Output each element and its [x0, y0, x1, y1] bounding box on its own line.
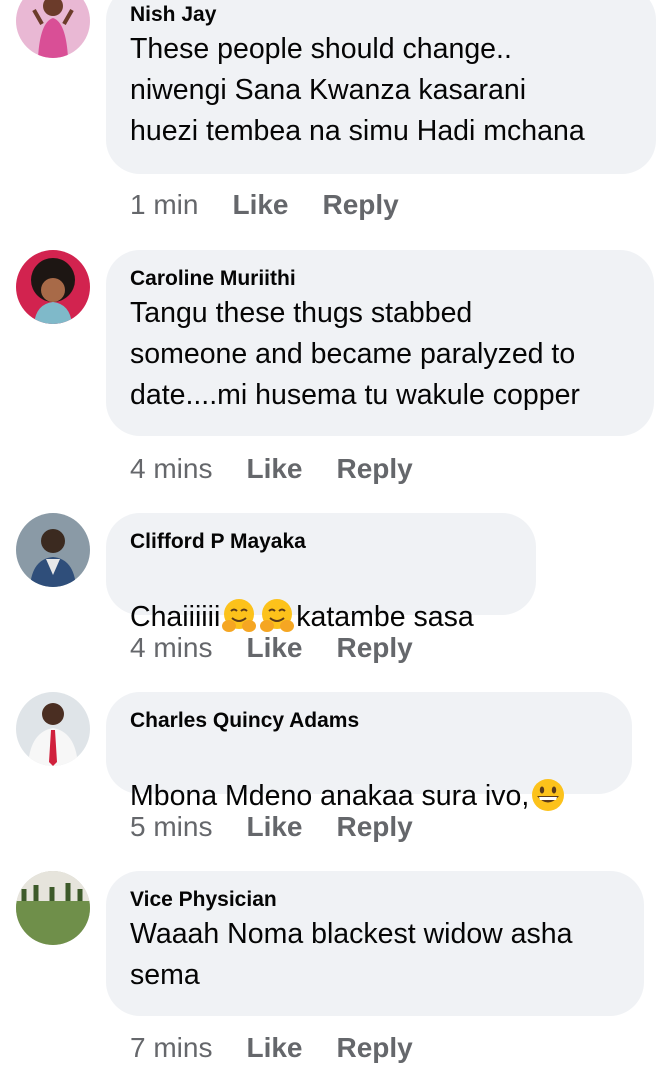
grinning-face-emoji-icon: [532, 779, 565, 811]
avatar-image: [16, 250, 90, 324]
avatar[interactable]: [16, 0, 90, 58]
reply-button[interactable]: Reply: [337, 632, 413, 663]
like-button[interactable]: Like: [246, 632, 302, 663]
hugging-face-emoji-icon: [222, 599, 257, 632]
comment-time[interactable]: 5 mins: [130, 811, 212, 842]
comment-text: Chaiiiiii katambe sasa: [130, 556, 512, 638]
reply-button[interactable]: Reply: [337, 453, 413, 484]
avatar[interactable]: [16, 871, 90, 945]
avatar[interactable]: [16, 250, 90, 324]
like-button[interactable]: Like: [246, 1032, 302, 1063]
avatar-image: [16, 0, 90, 58]
comment-text: Mbona Mdeno anakaa sura ivo,: [130, 735, 608, 817]
comment-bubble[interactable]: Clifford P Mayaka Chaiiiiii katambe sasa: [106, 513, 536, 633]
avatar[interactable]: [16, 692, 90, 766]
like-button[interactable]: Like: [246, 811, 302, 842]
comment-text: Waaah Noma blackest widow asha sema: [130, 918, 573, 991]
comment-actions: 7 mins Like Reply: [130, 1031, 413, 1065]
comment-text-part: Mbona Mdeno anakaa sura ivo,: [130, 780, 530, 812]
comment-text-part: Chaiiiiii: [130, 601, 221, 633]
comment-bubble[interactable]: Caroline Muriithi Tangu these thugs stab…: [106, 250, 654, 436]
comment-author[interactable]: Vice Physician: [130, 888, 620, 912]
avatar-image: [16, 513, 90, 587]
comment-author[interactable]: Caroline Muriithi: [130, 267, 630, 291]
comment-author[interactable]: Nish Jay: [130, 3, 632, 27]
comment-text: These people should change.. niwengi San…: [130, 33, 585, 147]
comment-text: Tangu these thugs stabbed someone and be…: [130, 297, 580, 411]
comment-text-part: katambe sasa: [296, 601, 474, 633]
comment-time[interactable]: 4 mins: [130, 632, 212, 663]
comment-time[interactable]: 1 min: [130, 189, 198, 220]
reply-button[interactable]: Reply: [337, 1032, 413, 1063]
comment-actions: 5 mins Like Reply: [130, 810, 413, 844]
avatar-image: [16, 871, 90, 945]
comment-bubble[interactable]: Vice Physician Waaah Noma blackest widow…: [106, 871, 644, 1016]
comment-author[interactable]: Clifford P Mayaka: [130, 530, 512, 554]
avatar-image: [16, 692, 90, 766]
reply-button[interactable]: Reply: [323, 189, 399, 220]
comment-time[interactable]: 4 mins: [130, 453, 212, 484]
comment-actions: 4 mins Like Reply: [130, 452, 413, 486]
avatar[interactable]: [16, 513, 90, 587]
like-button[interactable]: Like: [246, 453, 302, 484]
reply-button[interactable]: Reply: [337, 811, 413, 842]
comment-bubble[interactable]: Charles Quincy Adams Mbona Mdeno anakaa …: [106, 692, 632, 812]
hugging-face-emoji-icon: [260, 599, 295, 632]
comment-bubble[interactable]: Nish Jay These people should change.. ni…: [106, 0, 656, 174]
like-button[interactable]: Like: [232, 189, 288, 220]
comment-actions: 1 min Like Reply: [130, 188, 399, 222]
comment-actions: 4 mins Like Reply: [130, 631, 413, 665]
comment-time[interactable]: 7 mins: [130, 1032, 212, 1063]
comment-author[interactable]: Charles Quincy Adams: [130, 709, 608, 733]
